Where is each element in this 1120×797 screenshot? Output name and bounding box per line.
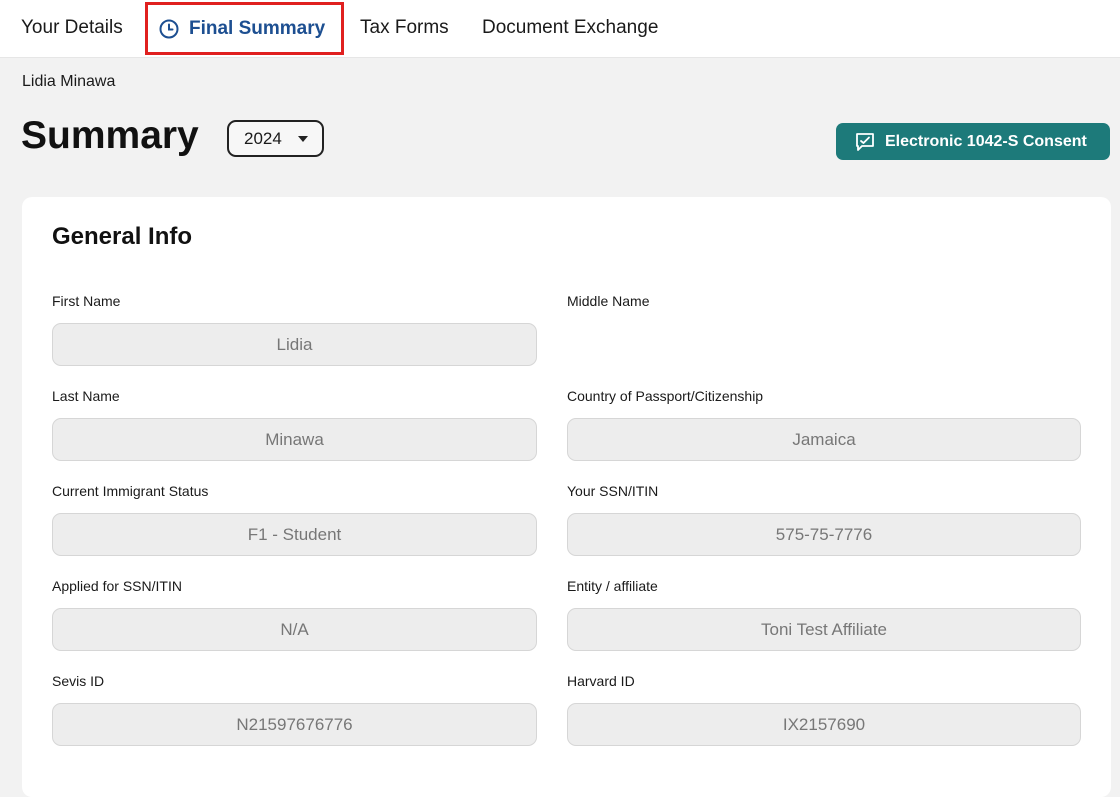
electronic-consent-button[interactable]: Electronic 1042-S Consent <box>836 123 1110 160</box>
sevis-id-label: Sevis ID <box>52 673 105 689</box>
ssn-field[interactable]: 575-75-7776 <box>567 513 1081 556</box>
last-name-label: Last Name <box>52 388 120 404</box>
year-select[interactable]: 2024 <box>227 120 324 157</box>
tab-final-summary[interactable]: Final Summary <box>145 2 344 55</box>
electronic-consent-label: Electronic 1042-S Consent <box>885 132 1087 150</box>
general-info-card: General Info First Name Lidia Middle Nam… <box>22 197 1111 797</box>
country-field[interactable]: Jamaica <box>567 418 1081 461</box>
clock-icon <box>158 18 180 40</box>
country-label: Country of Passport/Citizenship <box>567 388 764 404</box>
chat-check-icon <box>854 131 876 153</box>
entity-label: Entity / affiliate <box>567 578 658 594</box>
ssn-label: Your SSN/ITIN <box>567 483 659 499</box>
tab-tax-forms[interactable]: Tax Forms <box>360 0 449 56</box>
immigrant-status-field[interactable]: F1 - Student <box>52 513 537 556</box>
harvard-id-field[interactable]: IX2157690 <box>567 703 1081 746</box>
tab-your-details[interactable]: Your Details <box>21 0 123 56</box>
immigrant-status-label: Current Immigrant Status <box>52 483 209 499</box>
tab-document-exchange[interactable]: Document Exchange <box>482 0 658 56</box>
top-navigation: Your Details Final Summary Tax Forms Doc… <box>0 0 1120 58</box>
applied-ssn-field[interactable]: N/A <box>52 608 537 651</box>
first-name-label: First Name <box>52 293 121 309</box>
year-select-value: 2024 <box>244 128 282 148</box>
harvard-id-label: Harvard ID <box>567 673 635 689</box>
first-name-field[interactable]: Lidia <box>52 323 537 366</box>
last-name-field[interactable]: Minawa <box>52 418 537 461</box>
sevis-id-field[interactable]: N21597676776 <box>52 703 537 746</box>
middle-name-label: Middle Name <box>567 293 650 309</box>
tab-final-summary-label: Final Summary <box>189 17 326 39</box>
page-title: Summary <box>21 114 199 157</box>
entity-field[interactable]: Toni Test Affiliate <box>567 608 1081 651</box>
section-title: General Info <box>52 223 193 250</box>
chevron-down-icon <box>298 136 308 142</box>
user-name: Lidia Minawa <box>22 73 116 90</box>
applied-ssn-label: Applied for SSN/ITIN <box>52 578 182 594</box>
